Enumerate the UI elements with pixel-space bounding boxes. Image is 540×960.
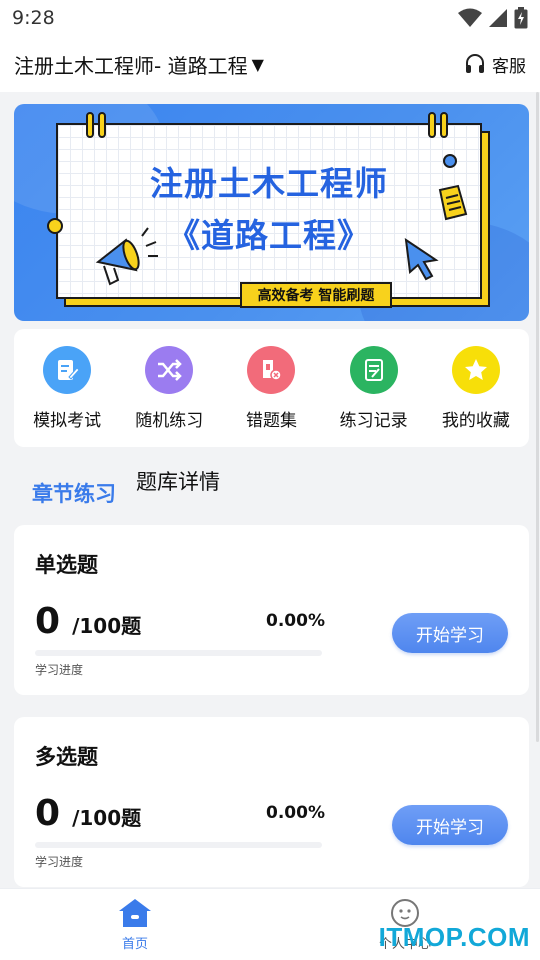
watermark: ITMOP.COM: [378, 922, 530, 952]
exam-title: 注册土木工程师- 道路工程: [14, 53, 248, 78]
done-count: 0: [35, 793, 61, 834]
quick-action-label: 练习记录: [339, 410, 408, 431]
app-header: 注册土木工程师- 道路工程 ▼ 客服: [0, 36, 540, 92]
progress-bar: [35, 650, 322, 656]
status-icons: [458, 7, 528, 29]
banner-tag: 高效备考 智能刷题: [240, 282, 392, 308]
document-icon: [438, 184, 468, 221]
record-icon: [349, 345, 398, 394]
start-learning-button[interactable]: 开始学习: [392, 613, 508, 653]
quick-action-mock-exam[interactable]: 模拟考试: [17, 345, 117, 431]
question-type-card: 单选题 0 /100题 0.00% 学习进度 开始学习: [14, 525, 529, 695]
shuffle-icon: [145, 345, 194, 394]
card-title: 多选题: [35, 745, 98, 769]
quick-action-label: 随机练习: [135, 410, 204, 431]
star-icon: [451, 345, 500, 394]
caret-down-icon: ▼: [251, 54, 264, 74]
start-learning-button[interactable]: 开始学习: [392, 805, 508, 845]
quick-action-random-practice[interactable]: 随机练习: [119, 345, 219, 431]
tab-chapter-practice[interactable]: 章节练习: [32, 478, 116, 518]
progress-bar: [35, 842, 322, 848]
cursor-arrow-icon: [404, 237, 439, 281]
card-count: 0 /100题: [35, 793, 141, 834]
progress-percent: 0.00%: [266, 803, 325, 823]
banner-title-line1: 注册土木工程师: [150, 164, 388, 203]
binder-ring-icon: [86, 112, 94, 138]
total-count: /100题: [72, 614, 142, 638]
headset-icon: [466, 54, 484, 73]
exam-selector[interactable]: 注册土木工程师- 道路工程 ▼: [14, 50, 264, 79]
promo-banner[interactable]: 注册土木工程师 《道路工程》 高效备考 智能刷题: [14, 104, 529, 321]
quick-action-practice-record[interactable]: 练习记录: [324, 345, 424, 431]
quick-action-favorites[interactable]: 我的收藏: [426, 345, 526, 431]
quick-action-label: 我的收藏: [441, 410, 510, 431]
home-icon: [119, 899, 151, 927]
battery-icon: [514, 7, 528, 29]
binder-ring-icon: [428, 112, 436, 138]
progress-percent: 0.00%: [266, 611, 325, 631]
quick-action-label: 模拟考试: [33, 410, 102, 431]
dot-icon: [47, 218, 63, 234]
progress-label: 学习进度: [35, 855, 84, 869]
quick-action-label: 错题集: [245, 410, 297, 431]
nav-home-label: 首页: [121, 937, 148, 952]
card-title: 单选题: [35, 553, 98, 577]
content-tabs: 章节练习 题库详情: [32, 468, 220, 518]
wifi-icon: [458, 8, 482, 27]
done-count: 0: [35, 601, 61, 642]
total-count: /100题: [72, 806, 142, 830]
scrollbar[interactable]: [536, 92, 539, 742]
progress-label: 学习进度: [35, 663, 84, 677]
nav-home[interactable]: 首页: [75, 897, 195, 952]
dot-icon: [443, 154, 457, 168]
quick-actions-panel: 模拟考试 随机练习 错题集 练习记录 我的收藏: [14, 329, 529, 447]
status-bar: 9:28: [0, 0, 540, 36]
tab-bank-details[interactable]: 题库详情: [136, 466, 220, 518]
exam-doc-icon: [43, 345, 92, 394]
service-label: 客服: [492, 56, 526, 77]
customer-service-button[interactable]: 客服: [464, 52, 526, 77]
megaphone-icon: [95, 227, 158, 286]
status-time: 9:28: [12, 7, 55, 29]
quick-action-wrong-book[interactable]: 错题集: [221, 345, 321, 431]
signal-icon: [489, 9, 507, 27]
question-type-card: 多选题 0 /100题 0.00% 学习进度 开始学习: [14, 717, 529, 887]
binder-ring-icon: [98, 112, 106, 138]
card-count: 0 /100题: [35, 601, 141, 642]
wrong-book-icon: [247, 345, 296, 394]
binder-ring-icon: [440, 112, 448, 138]
